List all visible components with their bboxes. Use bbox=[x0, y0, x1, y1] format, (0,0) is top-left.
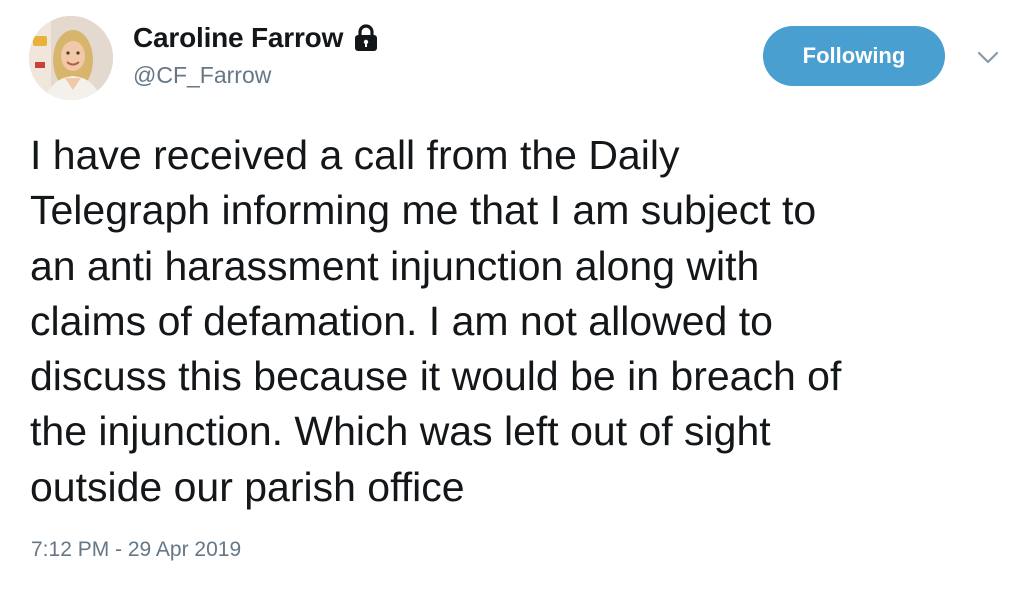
tweet-card: Caroline Farrow @CF_Farrow Following I h… bbox=[0, 0, 1024, 589]
following-button[interactable]: Following bbox=[763, 26, 945, 86]
author-info: Caroline Farrow @CF_Farrow bbox=[133, 20, 379, 89]
tweet-header: Caroline Farrow @CF_Farrow Following bbox=[0, 0, 1024, 110]
lock-icon bbox=[353, 24, 379, 52]
tweet-timestamp[interactable]: 7:12 PM - 29 Apr 2019 bbox=[31, 538, 241, 562]
avatar[interactable] bbox=[29, 16, 113, 100]
display-name-row: Caroline Farrow bbox=[133, 20, 379, 56]
profile-photo-icon bbox=[29, 16, 113, 100]
user-handle[interactable]: @CF_Farrow bbox=[133, 62, 379, 89]
tweet-text: I have received a call from the Daily Te… bbox=[30, 132, 842, 510]
display-name[interactable]: Caroline Farrow bbox=[133, 22, 343, 54]
chevron-down-icon[interactable] bbox=[976, 50, 1000, 66]
